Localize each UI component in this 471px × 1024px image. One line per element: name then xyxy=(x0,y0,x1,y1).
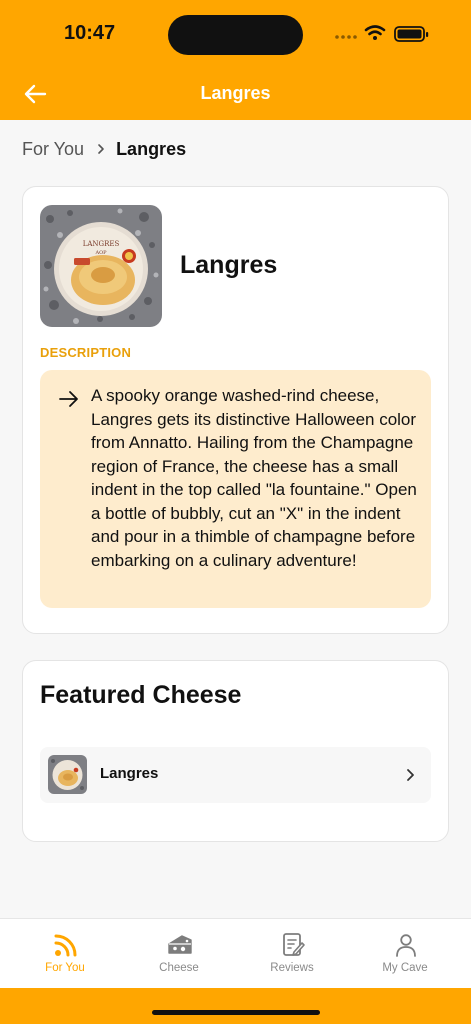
description-box: A spooky orange washed-rind cheese, Lang… xyxy=(40,370,431,608)
cheese-icon xyxy=(168,935,192,954)
cheese-detail-card: LANGRES AOP Langres DESCRIPTION A spooky… xyxy=(22,186,449,634)
breadcrumb-current: Langres xyxy=(116,138,187,159)
featured-title: Featured Cheese xyxy=(40,681,242,709)
tab-my-cave[interactable]: My Cave xyxy=(346,919,464,989)
wifi-icon xyxy=(364,25,386,36)
svg-text:LANGRES: LANGRES xyxy=(83,240,120,248)
feed-icon xyxy=(54,934,77,957)
status-time: 10:47 xyxy=(64,22,116,44)
reviews-icon xyxy=(283,933,305,956)
description-text: A spooky orange washed-rind cheese, Lang… xyxy=(91,386,417,570)
page-title: Langres xyxy=(200,83,271,103)
battery-icon xyxy=(394,26,429,42)
tab-reviews[interactable]: Reviews xyxy=(233,919,351,989)
cellular-signal-icon xyxy=(335,35,357,39)
profile-icon xyxy=(396,934,416,957)
breadcrumb-for-you[interactable]: For You xyxy=(22,139,84,160)
nav-header: Langres xyxy=(0,66,471,120)
tab-bar: For You Cheese Reviews My Cave xyxy=(0,918,471,988)
featured-cheese-row[interactable]: Langres xyxy=(40,747,431,803)
featured-cheese-thumbnail xyxy=(48,755,87,794)
dynamic-island xyxy=(168,15,303,55)
featured-cheese-name: Langres xyxy=(100,765,159,782)
tab-label: Reviews xyxy=(270,962,314,974)
chevron-right-icon xyxy=(407,769,414,781)
cheese-image: LANGRES AOP xyxy=(40,205,162,327)
breadcrumb: For You Langres xyxy=(22,138,186,160)
tab-label: My Cave xyxy=(382,962,428,974)
tab-for-you[interactable]: For You xyxy=(6,919,124,989)
home-indicator[interactable] xyxy=(152,1010,320,1015)
wifi-dot xyxy=(373,36,377,40)
tab-label: For You xyxy=(45,962,85,974)
tab-cheese[interactable]: Cheese xyxy=(120,919,238,989)
home-indicator-area xyxy=(0,988,471,1024)
arrow-right-icon xyxy=(59,391,78,407)
featured-cheese-card: Featured Cheese Langres xyxy=(22,660,449,842)
description-label: DESCRIPTION xyxy=(40,345,132,360)
chevron-right-icon xyxy=(96,142,106,156)
status-bar: 10:47 xyxy=(0,0,471,66)
cheese-name: Langres xyxy=(180,251,278,279)
tab-label: Cheese xyxy=(159,962,199,974)
status-icons xyxy=(335,25,429,42)
